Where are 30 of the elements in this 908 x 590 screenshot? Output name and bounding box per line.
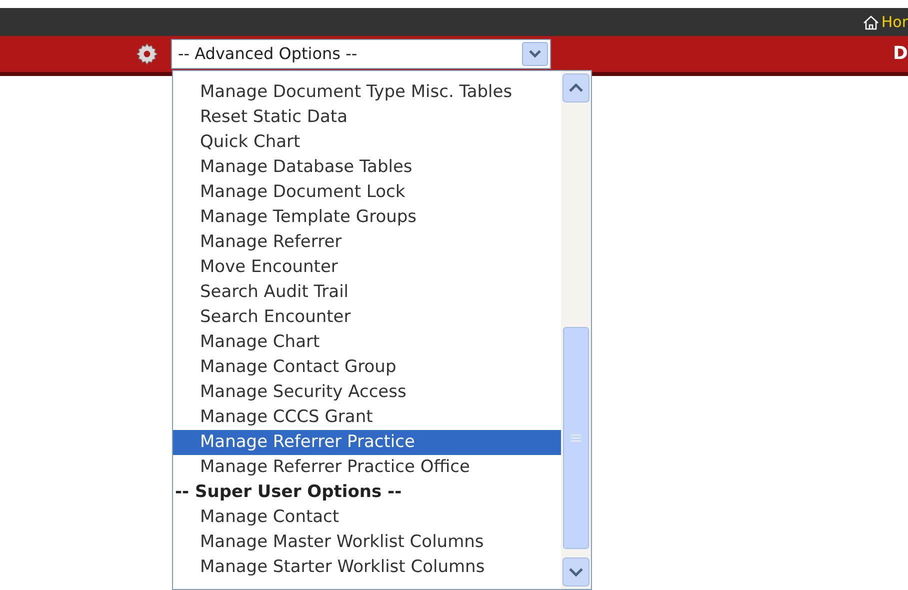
dropdown-option[interactable]: Manage Security Access: [173, 380, 561, 405]
dropdown-option[interactable]: Manage Referrer Practice Office: [173, 455, 561, 480]
dropdown-option[interactable]: Manage Referrer: [173, 230, 561, 255]
scroll-down-icon[interactable]: [562, 557, 590, 587]
dropdown-option[interactable]: Manage Referrer Practice: [173, 430, 561, 455]
dropdown-option[interactable]: Manage Starter Worklist Columns: [173, 555, 561, 580]
dropdown-option[interactable]: Manage Document Type Misc. Tables: [173, 80, 561, 105]
dropdown-option[interactable]: Manage Contact Group: [173, 355, 561, 380]
scrollbar[interactable]: [561, 71, 591, 589]
dropdown-option[interactable]: Manage CCCS Grant: [173, 405, 561, 430]
dropdown-option[interactable]: Manage Template Groups: [173, 205, 561, 230]
scroll-up-icon[interactable]: [562, 73, 590, 103]
dropdown-option[interactable]: Manage Contact: [173, 505, 561, 530]
scrollbar-thumb[interactable]: [563, 327, 589, 549]
option-group-label: -- Super User Options --: [174, 480, 403, 504]
dropdown-option[interactable]: Manage Master Worklist Columns: [173, 530, 561, 555]
dropdown-option[interactable]: Manage Chart: [173, 330, 561, 355]
dropdown-option[interactable]: Quick Chart: [173, 130, 561, 155]
dropdown-option[interactable]: Search Encounter: [173, 305, 561, 330]
advanced-options-select[interactable]: -- Advanced Options --: [171, 39, 551, 69]
gear-icon[interactable]: [136, 43, 158, 65]
home-icon: [863, 14, 880, 30]
toolbar-label: D: [893, 45, 908, 63]
dropdown-option[interactable]: Reset Static Data: [173, 105, 561, 130]
dropdown-option[interactable]: Move Encounter: [173, 255, 561, 280]
grip-icon: [571, 434, 581, 442]
dropdown-option[interactable]: Manage Database Tables: [173, 155, 561, 180]
dropdown-option[interactable]: Search Audit Trail: [173, 280, 561, 305]
dropdown-option[interactable]: Manage Document Lock: [173, 180, 561, 205]
home-link[interactable]: Hor: [863, 10, 908, 34]
